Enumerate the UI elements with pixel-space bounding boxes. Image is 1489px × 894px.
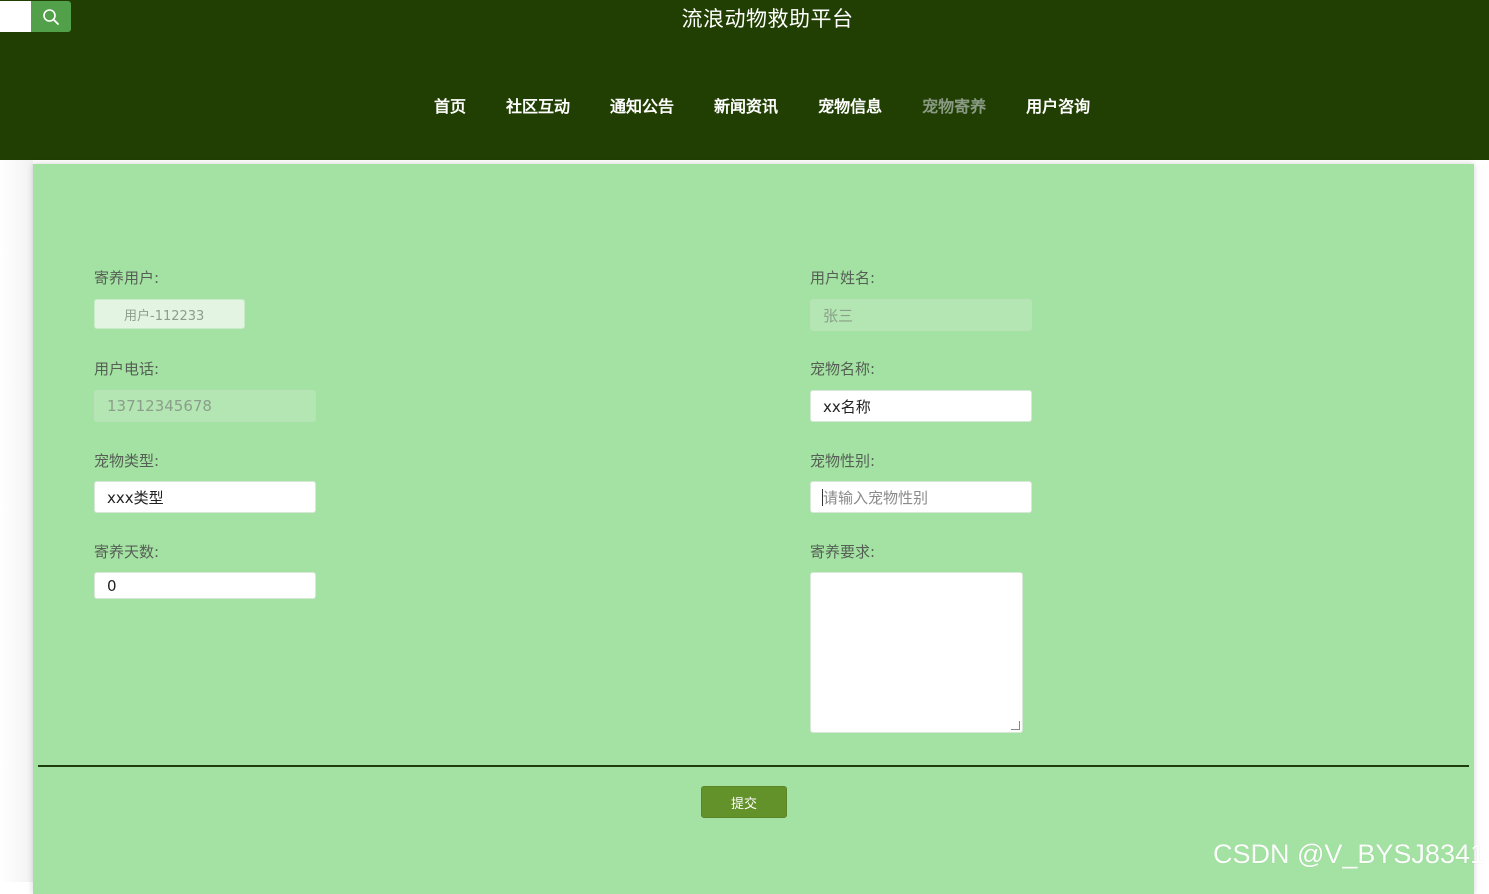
days-field[interactable]: 0: [94, 572, 316, 599]
pet-type-field[interactable]: xxx类型: [94, 481, 316, 513]
days-label: 寄养天数:: [94, 541, 159, 562]
site-title: 流浪动物救助平台: [0, 3, 1489, 33]
header-bar: 流浪动物救助平台 首页 社区互动 通知公告 新闻资讯 宠物信息 宠物寄养 用户咨…: [0, 0, 1489, 160]
owner-field: 用户-112233: [94, 299, 245, 329]
text-caret: [822, 489, 823, 506]
pet-gender-label: 宠物性别:: [810, 450, 875, 471]
phone-label: 用户电话:: [94, 358, 159, 379]
watermark: CSDN @V_BYSJ8341: [1213, 839, 1485, 870]
nav-news[interactable]: 新闻资讯: [714, 95, 778, 119]
form-divider: [38, 765, 1469, 767]
name-label: 用户姓名:: [810, 267, 875, 288]
submit-button[interactable]: 提交: [701, 786, 787, 818]
owner-label: 寄养用户:: [94, 267, 159, 288]
boarding-form-panel: [33, 164, 1474, 894]
resize-handle-icon[interactable]: [1011, 721, 1020, 730]
nav-pet-boarding[interactable]: 宠物寄养: [922, 95, 986, 119]
pet-gender-field[interactable]: 请输入宠物性别: [810, 481, 1032, 513]
pet-name-label: 宠物名称:: [810, 358, 875, 379]
main-nav: 首页 社区互动 通知公告 新闻资讯 宠物信息 宠物寄养 用户咨询: [434, 95, 1130, 119]
requirement-label: 寄养要求:: [810, 541, 875, 562]
pet-name-field[interactable]: xx名称: [810, 390, 1032, 422]
nav-user-consult[interactable]: 用户咨询: [1026, 95, 1090, 119]
nav-notices[interactable]: 通知公告: [610, 95, 674, 119]
nav-community[interactable]: 社区互动: [506, 95, 570, 119]
pet-type-label: 宠物类型:: [94, 450, 159, 471]
requirement-textarea[interactable]: [810, 572, 1023, 733]
nav-home[interactable]: 首页: [434, 95, 466, 119]
phone-field: 13712345678: [94, 390, 316, 422]
nav-pet-info[interactable]: 宠物信息: [818, 95, 882, 119]
page-gutter: [0, 160, 33, 882]
name-field: 张三: [810, 299, 1032, 331]
